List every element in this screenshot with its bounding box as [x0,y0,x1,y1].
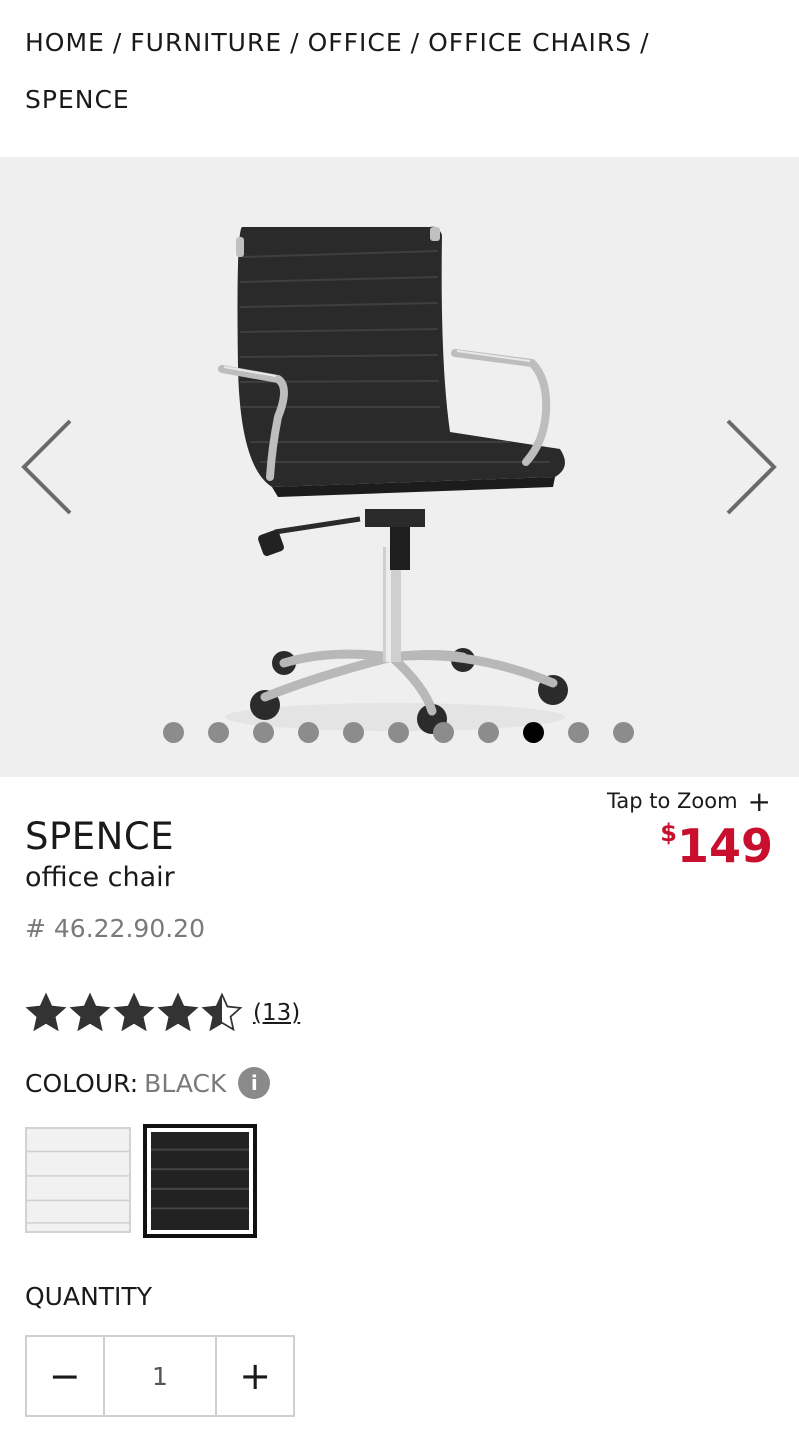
price-value: 149 [676,819,773,873]
product-title: SPENCE [25,815,175,858]
breadcrumb-furniture[interactable]: FURNITURE [130,28,282,57]
breadcrumb-separator: / [290,28,300,57]
star-icon [201,992,243,1032]
product-sku: # 46.22.90.20 [25,914,205,943]
tap-to-zoom[interactable]: Tap to Zoom + [607,785,771,818]
chevron-left-icon[interactable] [18,417,78,517]
pagination-dot[interactable] [613,722,634,743]
colour-selector-label: COLOUR: BLACK i [25,1067,271,1099]
black-swatch-image [151,1132,249,1230]
breadcrumb-home[interactable]: HOME [25,28,105,57]
pagination-dot[interactable] [298,722,319,743]
breadcrumb-separator: / [410,28,421,57]
colour-swatch-white[interactable] [25,1127,131,1233]
reviews-count-link[interactable]: (13) [253,1000,300,1026]
breadcrumb: HOME / FURNITURE / OFFICE / OFFICE CHAIRS / SPEN… [25,14,775,128]
rating[interactable]: (13) [25,990,300,1036]
pagination-dot[interactable] [208,722,229,743]
colour-value: BLACK [144,1068,227,1098]
colour-swatch-black[interactable] [143,1124,257,1238]
image-pagination [163,722,658,744]
quantity-value[interactable]: 1 [102,1337,218,1415]
star-icon [113,992,155,1032]
breadcrumb-current: SPENCE [25,85,130,114]
star-icon [25,992,67,1032]
pagination-dot[interactable] [343,722,364,743]
pagination-dot[interactable] [253,722,274,743]
product-image[interactable] [180,187,600,747]
colour-label: COLOUR: [25,1068,139,1098]
breadcrumb-office[interactable]: OFFICE [308,28,403,57]
rating-stars [25,992,245,1034]
star-icon [69,992,111,1032]
info-icon[interactable]: i [238,1067,271,1099]
star-icon [157,992,199,1032]
pagination-dot[interactable] [523,722,544,743]
pagination-dot[interactable] [388,722,409,743]
pagination-dot[interactable] [163,722,184,743]
price-currency: $ [660,819,677,847]
product-image-gallery[interactable] [0,157,799,777]
zoom-label: Tap to Zoom [607,789,738,813]
quantity-increase-button[interactable]: + [217,1337,293,1415]
zoom-plus-icon: + [747,785,771,818]
breadcrumb-separator: / [640,28,650,57]
pagination-dot[interactable] [433,722,454,743]
breadcrumb-separator: / [112,28,123,57]
breadcrumb-office-chairs[interactable]: OFFICE CHAIRS [428,28,632,57]
chevron-right-icon[interactable] [720,417,780,517]
quantity-decrease-button[interactable]: − [27,1337,103,1415]
product-price: $149 [660,818,773,874]
quantity-stepper: − 1 + [25,1335,295,1417]
product-subtitle: office chair [25,862,175,893]
pagination-dot[interactable] [568,722,589,743]
quantity-label: QUANTITY [25,1282,152,1311]
pagination-dot[interactable] [478,722,499,743]
white-swatch-image [27,1129,129,1231]
